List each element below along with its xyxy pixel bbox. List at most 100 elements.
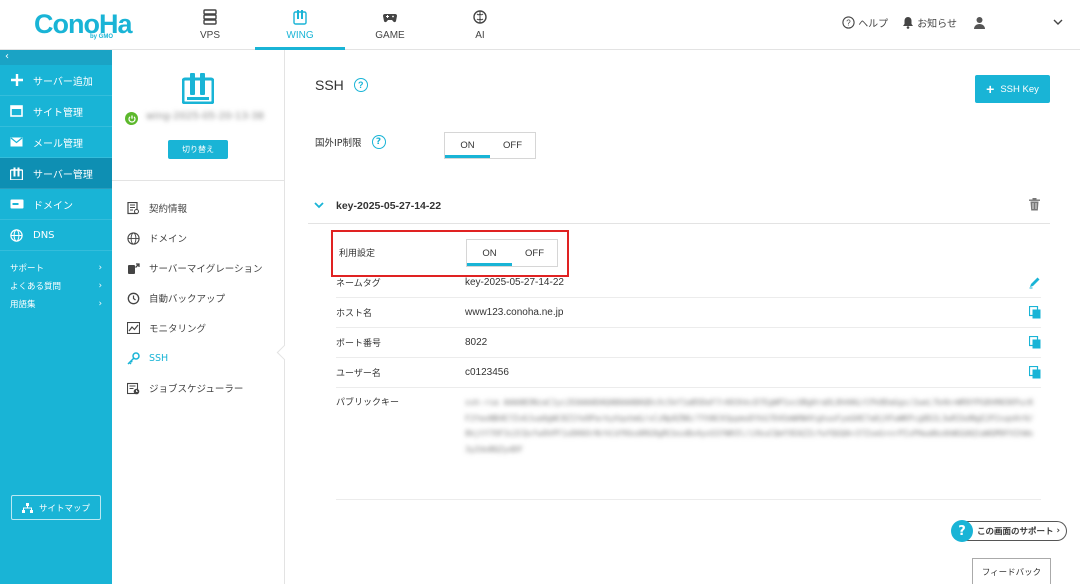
menu-auto-backup[interactable]: 自動バックアップ [112,283,284,313]
server-panel: wing-2025-05-20-13-38 切り替え 契約情報 ドメイン サーバ… [112,50,293,584]
switch-server-button[interactable]: 切り替え [168,140,228,159]
menu-label: SSH [149,352,169,364]
detail-key: ネームタグ [336,279,381,289]
menu-scheduler[interactable]: ジョブスケジューラー [112,373,284,403]
window-icon [9,104,24,118]
nav-vps-label: VPS [199,30,220,41]
ip-limit-toggle: ON OFF [444,132,536,159]
toggle-off[interactable]: OFF [512,240,557,266]
copy-icon[interactable] [1029,366,1041,379]
chevron-right-icon: › [98,263,102,273]
toggle-off[interactable]: OFF [490,133,535,158]
conoha-logo[interactable]: ConoHa by GMO [34,10,133,42]
page-support-button[interactable]: ? この画面のサポート › [951,520,1067,542]
nav-game[interactable]: GAME [345,0,435,50]
user-menu[interactable] [973,16,1066,29]
sidebar-link-glossary[interactable]: 用語集 › [0,295,112,313]
menu-contract[interactable]: 契約情報 [112,193,284,223]
use-setting-toggle: ON OFF [466,239,558,267]
public-key-value: ssh-rsa AAAAB3NzaC1yc2EAAAADAQABAAABAQDc… [465,398,1034,454]
detail-value: c0123456 [465,367,509,378]
sidebar-sub-links: サポート › よくある質問 › 用語集 › [0,251,112,313]
page-support-label: この画面のサポート › [965,521,1067,541]
notice-link[interactable]: お知らせ [902,15,957,30]
sidebar-link-label: よくある質問 [10,282,62,292]
contract-icon [127,201,139,214]
sidebar-link-faq[interactable]: よくある質問 › [0,277,112,295]
chevron-right-icon: › [98,281,102,291]
toggle-on[interactable]: ON [467,240,512,266]
nav-game-label: GAME [375,30,405,41]
domain-icon [9,197,24,211]
sidebar-link-support[interactable]: サポート › [0,259,112,277]
trash-icon[interactable] [1029,198,1040,211]
chevron-down-icon[interactable] [314,202,324,209]
plus-icon: + [986,81,995,97]
detail-key: ポート番号 [336,339,382,349]
sidebar-item-mail[interactable]: メール管理 [0,127,112,158]
page-title: SSH ? [315,77,368,93]
sidebar-item-label: サーバー追加 [33,76,93,88]
menu-label: モニタリング [149,324,207,335]
use-setting-label: 利用設定 [339,249,376,259]
ssh-key-name: key-2025-05-27-14-22 [336,199,442,212]
power-status-icon [125,112,138,125]
ip-limit-label: 国外IP制限 [315,138,362,149]
page-title-text: SSH [315,77,344,93]
add-ssh-key-button[interactable]: + SSH Key [975,75,1050,103]
wing-icon [293,10,307,25]
nav-vps[interactable]: VPS [165,0,255,50]
sidebar-item-dns[interactable]: DNS [0,220,112,251]
ssh-key-details: ネームタグ key-2025-05-27-14-22 ホスト名 www123.c… [336,268,1041,500]
sidebar-item-domain[interactable]: ドメイン [0,189,112,220]
help-question-icon[interactable]: ? [353,78,368,92]
detail-key: ホスト名 [336,309,373,319]
sidebar-item-add-server[interactable]: サーバー追加 [0,65,112,96]
server-info: wing-2025-05-20-13-38 切り替え [112,50,284,181]
chevron-down-icon [1053,19,1063,25]
menu-ssh[interactable]: SSH [112,343,284,373]
mail-icon [9,135,24,149]
nav-ai[interactable]: AI [435,0,525,50]
server-menu: 契約情報 ドメイン サーバーマイグレーション 自動バックアップ モニタリング S… [112,181,284,403]
user-icon [974,17,985,29]
migration-icon [128,262,140,274]
sidebar-item-server-manage[interactable]: サーバー管理 [0,158,112,189]
top-header: ConoHa by GMO VPS WING GAME AI ? ヘルプ お知ら… [0,0,1080,50]
menu-monitoring[interactable]: モニタリング [112,313,284,343]
detail-row-port: ポート番号 8022 [336,328,1041,358]
menu-domain[interactable]: ドメイン [112,223,284,253]
feedback-button[interactable]: フィードバック [972,558,1051,584]
copy-icon[interactable] [1029,306,1041,319]
menu-label: ジョブスケジューラー [149,384,244,395]
nav-wing[interactable]: WING [255,0,345,50]
sidebar-link-label: サポート [10,264,45,274]
main-content: SSH ? + SSH Key 国外IP制限 ? ON OFF key-2025… [286,50,1080,584]
sidebar-item-label: サイト管理 [33,107,83,119]
top-nav: VPS WING GAME AI [165,0,525,50]
globe-icon [9,228,24,242]
sidebar-link-label: 用語集 [10,300,36,310]
detail-row-hostname: ホスト名 www123.conoha.ne.jp [336,298,1041,328]
copy-icon[interactable] [1029,336,1041,349]
menu-migration[interactable]: サーバーマイグレーション [112,253,284,283]
nav-wing-label: WING [286,30,314,41]
help-link[interactable]: ? ヘルプ [842,15,888,30]
ai-brain-icon [473,10,487,24]
sitemap-icon [21,502,33,513]
logo-sub: by GMO [90,34,114,40]
header-right: ? ヘルプ お知らせ [828,15,1066,30]
help-question-icon[interactable]: ? [371,135,386,149]
pencil-icon[interactable] [1028,276,1041,289]
sidebar-item-label: ドメイン [33,200,73,212]
menu-label: 契約情報 [149,204,188,215]
svg-text:?: ? [846,18,851,27]
sidebar-item-label: メール管理 [33,138,83,150]
sitemap-button[interactable]: サイトマップ [11,495,101,520]
detail-row-username: ユーザー名 c0123456 [336,358,1041,388]
globe-icon [127,231,140,245]
sitemap-label: サイトマップ [38,503,90,514]
sidebar-collapse-button[interactable]: ‹ [0,50,112,65]
sidebar-item-site[interactable]: サイト管理 [0,96,112,127]
toggle-on[interactable]: ON [445,133,490,158]
